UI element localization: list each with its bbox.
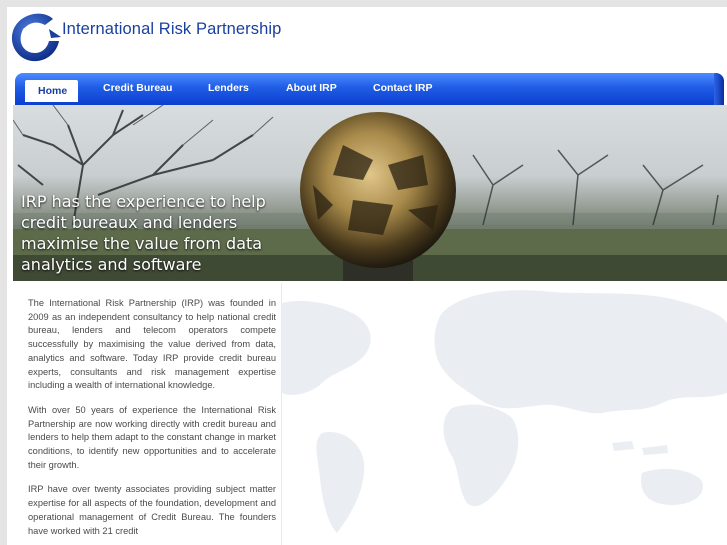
intro-paragraph: IRP have over twenty associates providin… — [28, 484, 276, 536]
page: International Risk Partnership Home Cred… — [7, 7, 727, 545]
intro-paragraph: With over 50 years of experience the Int… — [28, 404, 276, 470]
hero-caption: IRP has the experience to help credit bu… — [21, 191, 266, 275]
hero-banner: IRP has the experience to help credit bu… — [13, 105, 727, 281]
hero-caption-line: IRP has the experience to help — [21, 192, 266, 211]
world-map-background — [282, 283, 727, 545]
nav-home[interactable]: Home — [25, 80, 79, 102]
nav-lenders[interactable]: Lenders — [208, 82, 249, 94]
hero-caption-line: analytics and software — [21, 255, 202, 274]
intro-paragraph: The International Risk Partnership (IRP)… — [28, 298, 276, 391]
main-nav: Home Credit Bureau Lenders About IRP Con… — [15, 73, 724, 107]
intro-text: The International Risk Partnership (IRP)… — [28, 297, 276, 545]
globe-icon — [11, 13, 61, 62]
hero-caption-line: credit bureaux and lenders — [21, 213, 238, 232]
site-logo[interactable]: International Risk Partnership — [7, 7, 307, 67]
nav-contact-irp[interactable]: Contact IRP — [373, 82, 433, 94]
nav-credit-bureau[interactable]: Credit Bureau — [103, 82, 172, 94]
hero-caption-line: maximise the value from data — [21, 234, 263, 253]
world-map-image — [282, 290, 727, 533]
nav-about-irp[interactable]: About IRP — [286, 82, 337, 94]
nav-end-cap — [714, 73, 724, 107]
logo-text: International Risk Partnership — [62, 20, 282, 38]
